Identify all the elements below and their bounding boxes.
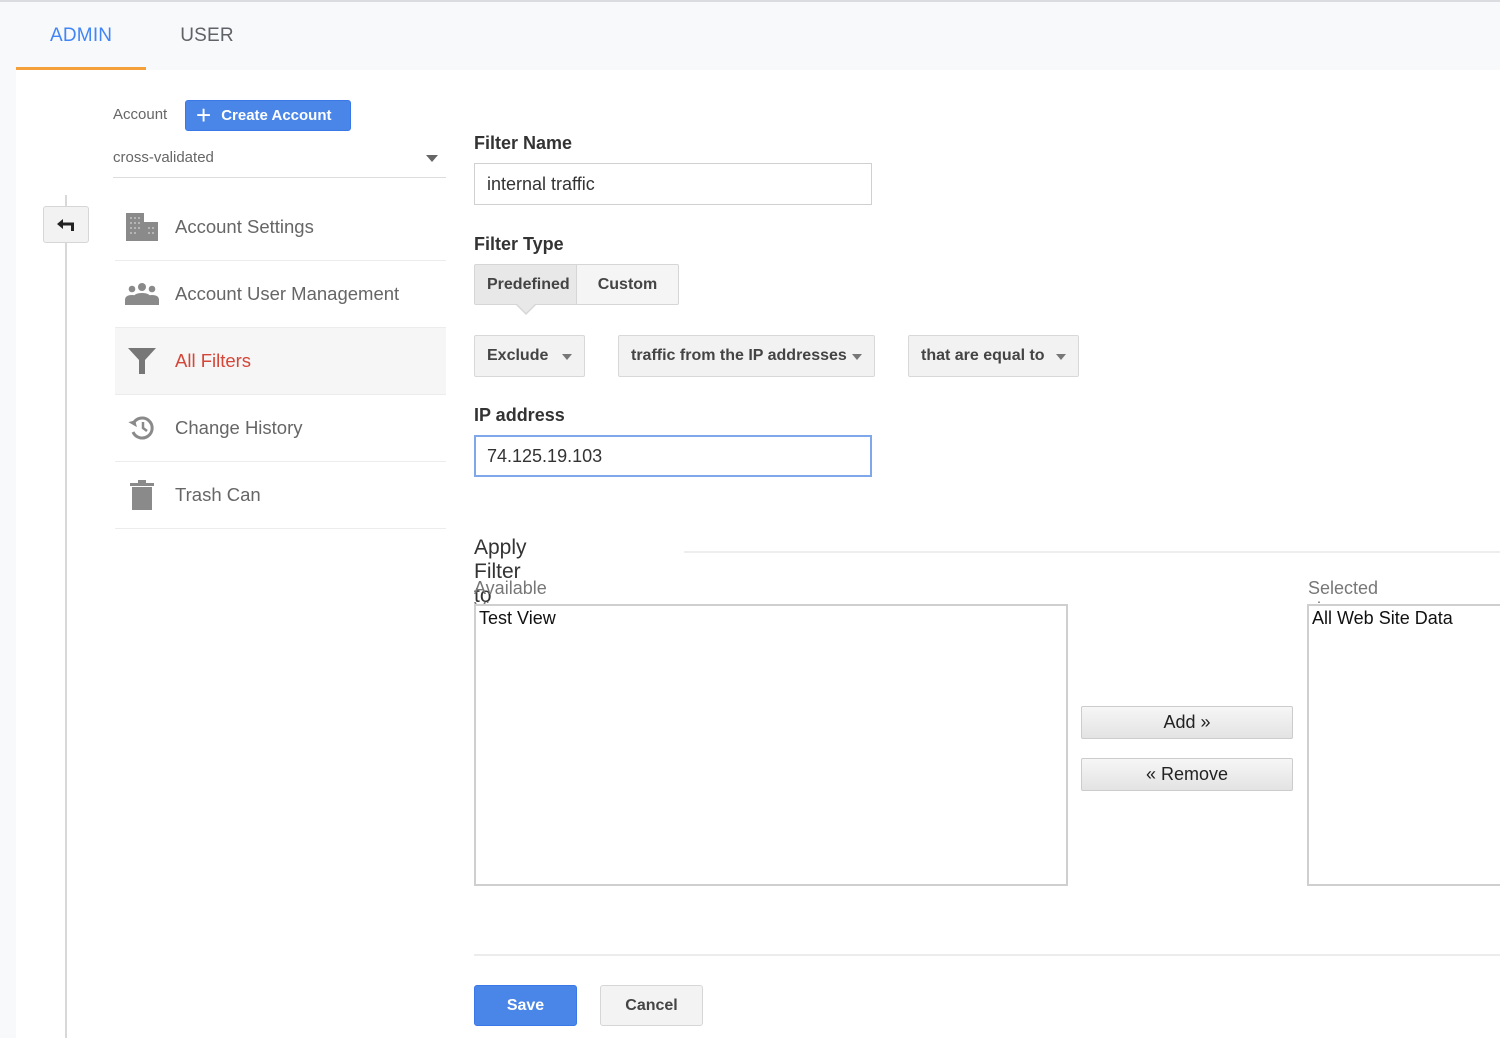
chevron-down-icon <box>562 354 572 360</box>
sidebar-item-label: Trash Can <box>175 484 261 505</box>
filter-type-custom[interactable]: Custom <box>577 264 679 305</box>
filter-icon <box>125 344 159 378</box>
create-account-label: Create Account <box>221 107 332 124</box>
sidebar-item-label: All Filters <box>175 350 252 371</box>
history-icon <box>125 411 159 445</box>
trash-icon <box>125 478 159 512</box>
sidebar-item-all-filters[interactable]: All Filters <box>115 328 446 395</box>
list-item[interactable]: Test View <box>479 608 1063 628</box>
sidebar-item-label: Change History <box>175 417 303 438</box>
condition-select[interactable]: that are equal to <box>908 335 1079 377</box>
admin-panel: Account + Create Account cross-validated <box>16 70 1500 1038</box>
action-select[interactable]: Exclude <box>474 335 585 377</box>
section-divider <box>684 551 1500 553</box>
people-icon <box>125 277 159 311</box>
chevron-down-icon <box>426 155 438 162</box>
add-view-button[interactable]: Add » <box>1081 706 1293 739</box>
sidebar-item-account-user-management[interactable]: Account User Management <box>115 261 446 328</box>
filter-name-label: Filter Name <box>474 133 573 153</box>
main-tabs: ADMIN USER <box>16 2 268 70</box>
sidebar-item-account-settings[interactable]: Account Settings <box>115 194 446 261</box>
sidebar-item-label: Account Settings <box>175 216 314 237</box>
list-item[interactable]: All Web Site Data <box>1312 608 1500 628</box>
ip-address-input[interactable]: 74.125.19.103 <box>474 435 872 477</box>
available-views-list[interactable]: Test View <box>474 604 1068 886</box>
building-icon <box>125 210 159 244</box>
filter-type-predefined[interactable]: Predefined <box>474 264 577 315</box>
tab-user[interactable]: USER <box>146 2 268 70</box>
sidebar-nav: Account Settings Account User Management <box>115 194 446 529</box>
filter-name-input[interactable]: internal traffic <box>474 163 872 205</box>
account-select-value: cross-validated <box>113 149 214 166</box>
filter-type-label: Filter Type <box>474 234 564 254</box>
condition-select-value: that are equal to <box>921 347 1045 364</box>
sidebar-item-change-history[interactable]: Change History <box>115 395 446 462</box>
plus-icon: + <box>196 99 212 130</box>
back-arrow-icon <box>57 218 74 231</box>
filter-name-value: internal traffic <box>487 173 595 194</box>
chevron-down-icon <box>852 354 862 360</box>
sidebar-item-label: Account User Management <box>175 283 400 304</box>
chevron-down-icon <box>1056 354 1066 360</box>
remove-view-button[interactable]: « Remove <box>1081 758 1293 791</box>
action-select-value: Exclude <box>487 347 549 364</box>
source-select[interactable]: traffic from the IP addresses <box>618 335 875 377</box>
back-rail <box>65 195 67 1038</box>
sidebar-item-trash-can[interactable]: Trash Can <box>115 462 446 529</box>
save-button[interactable]: Save <box>474 985 577 1026</box>
account-select[interactable]: cross-validated <box>113 142 446 178</box>
cancel-button[interactable]: Cancel <box>600 985 703 1026</box>
account-label: Account <box>113 106 168 123</box>
source-select-value: traffic from the IP addresses <box>631 347 847 364</box>
selected-views-list[interactable]: All Web Site Data <box>1307 604 1500 886</box>
back-button[interactable] <box>43 206 89 243</box>
ip-address-label: IP address <box>474 405 565 425</box>
filter-type-toggle: Predefined Custom <box>474 264 679 315</box>
tab-admin[interactable]: ADMIN <box>16 2 147 70</box>
ip-address-value: 74.125.19.103 <box>487 445 603 466</box>
form-divider <box>474 954 1500 956</box>
create-account-button[interactable]: + Create Account <box>185 100 351 131</box>
